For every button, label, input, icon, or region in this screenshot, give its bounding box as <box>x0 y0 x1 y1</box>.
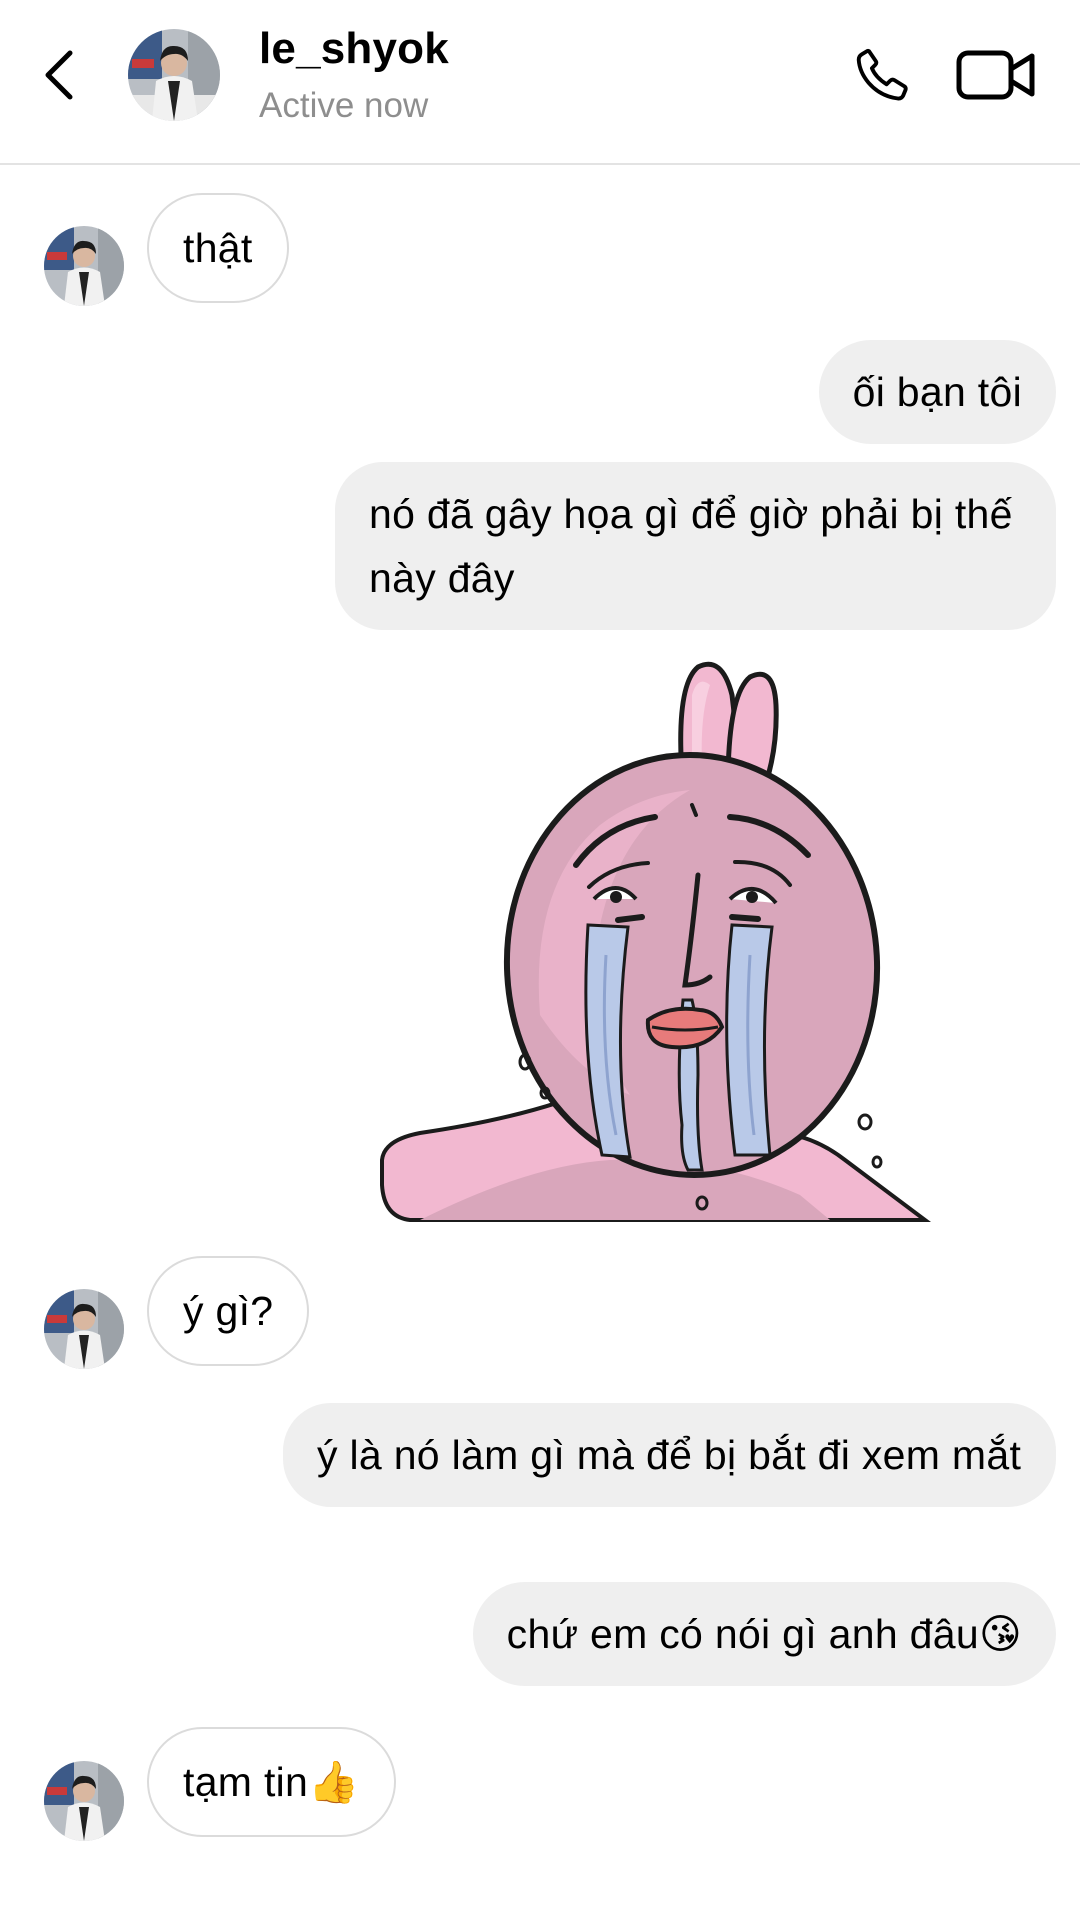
contact-name[interactable]: le_shyok <box>259 24 449 74</box>
video-camera-icon <box>956 50 1035 100</box>
video-call-button[interactable] <box>955 42 1037 108</box>
contact-avatar[interactable] <box>128 29 220 121</box>
back-button[interactable] <box>30 40 90 110</box>
outgoing-message[interactable]: ối bạn tôi <box>818 340 1056 444</box>
outgoing-message[interactable]: chứ em có nói gì anh đâu😘 <box>472 1582 1056 1686</box>
incoming-message[interactable]: thật <box>147 193 289 303</box>
phone-icon <box>856 48 908 101</box>
message-avatar[interactable] <box>44 1761 124 1841</box>
message-avatar[interactable] <box>44 226 124 306</box>
outgoing-message[interactable]: ý là nó làm gì mà để bị bắt đi xem mắt <box>283 1403 1056 1507</box>
incoming-message[interactable]: ý gì? <box>147 1256 310 1366</box>
chat-screen: le_shyok Active now thật ối bạn tôi nó đ… <box>0 0 1080 1920</box>
chevron-left-icon <box>45 50 73 100</box>
audio-call-button[interactable] <box>848 40 918 110</box>
chat-header: le_shyok Active now <box>0 0 1080 165</box>
active-status: Active now <box>259 86 429 125</box>
incoming-message[interactable]: tạm tin👍 <box>147 1727 396 1837</box>
message-avatar[interactable] <box>44 1289 124 1369</box>
crying-rabbit-sticker[interactable] <box>380 655 940 1225</box>
outgoing-message[interactable]: nó đã gây họa gì để giờ phải bị thế này … <box>335 462 1056 630</box>
